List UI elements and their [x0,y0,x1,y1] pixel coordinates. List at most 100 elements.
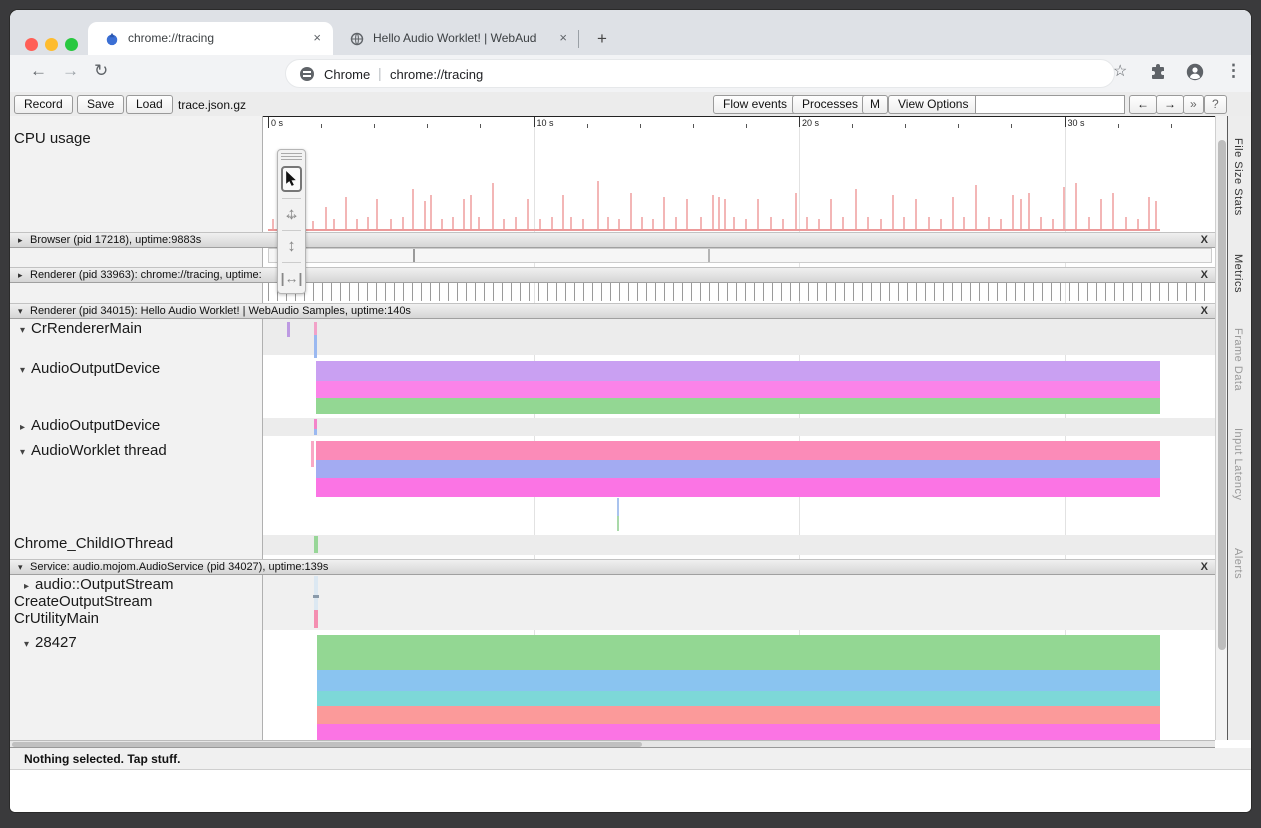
slice-worklet-small-tick[interactable] [311,441,314,467]
zoom-window-button[interactable] [65,38,78,51]
bookmark-star-icon[interactable]: ☆ [1113,61,1127,81]
slice-outputstream-faint-tick[interactable] [314,576,318,610]
search-input[interactable] [975,95,1125,114]
slice-outputstream-mark[interactable] [313,595,319,598]
slice-28427-teal[interactable] [317,691,1160,706]
page-info-icon[interactable] [300,67,314,81]
slice-blue-tick[interactable] [314,335,317,358]
expand-collapse-icon[interactable]: ▾ [18,562,23,573]
sidebar-tab-input-latency[interactable]: Input Latency [1232,428,1244,501]
tab-close-icon[interactable]: × [559,30,567,45]
find-previous-button[interactable]: ← [1129,95,1157,114]
back-icon[interactable]: ← [30,61,47,81]
reload-icon[interactable]: ↻ [94,61,108,81]
processes-button[interactable]: Processes [792,95,868,114]
expand-collapse-icon[interactable]: ▾ [20,365,25,376]
sidebar-tab-frame-data[interactable]: Frame Data [1232,328,1244,391]
forward-icon[interactable]: → [62,61,79,81]
slice-audioworklet-pink[interactable] [316,441,1160,460]
process-header[interactable]: ▸Renderer (pid 33963): chrome://tracing,… [10,267,1215,283]
close-track-button[interactable]: X [1201,269,1208,281]
flow-line-blue[interactable] [617,498,619,516]
flow-events-button[interactable]: Flow events [713,95,797,114]
slice-28427-skyblue[interactable] [317,670,1160,691]
zoom-tool-button[interactable]: ↕ [278,231,305,262]
load-button[interactable]: Load [126,95,173,114]
thread-label-audiooutputdevice[interactable]: ▾AudioOutputDevice [20,360,160,377]
slice-childio-green-tick[interactable] [314,536,318,553]
ruler-minor-tick [321,124,322,128]
time-ruler: 0 s10 s20 s30 s [263,116,1215,127]
thread-label-audiooutputdevice[interactable]: ▸AudioOutputDevice [20,417,160,434]
slice-pink-tick[interactable] [314,322,317,335]
cpu-spike [1112,193,1114,229]
palette-drag-handle[interactable] [281,153,302,162]
thread-label-audio-outputstream[interactable]: ▸audio::OutputStream [24,576,173,593]
vertical-scrollbar-thumb[interactable] [1218,140,1226,650]
tab-tracing[interactable]: chrome://tracing × [88,22,333,55]
save-button[interactable]: Save [77,95,124,114]
horizontal-scrollbar-thumb[interactable] [12,742,642,747]
browser-slice-tick[interactable] [708,249,710,262]
expand-collapse-icon[interactable]: ▸ [20,422,25,433]
metrics-button[interactable]: M [862,95,888,114]
thread-label-28427[interactable]: ▾28427 [24,634,77,651]
flow-line-green[interactable] [617,516,619,531]
omnibox[interactable]: Chrome | chrome://tracing [285,59,1115,88]
expand-collapse-icon[interactable]: ▾ [18,306,23,317]
renderer-33963-slices[interactable] [268,283,1212,301]
close-track-button[interactable]: X [1201,561,1208,573]
close-window-button[interactable] [25,38,38,51]
slice-purple-tick[interactable] [287,322,290,337]
expand-collapse-icon[interactable]: ▾ [24,639,29,650]
close-track-button[interactable]: X [1201,234,1208,246]
pan-tool-button[interactable]: ↔ ↕ [278,199,305,230]
screenshot-canvas: chrome://tracing × Hello Audio Worklet! … [0,0,1261,828]
help-button[interactable]: ? [1204,95,1227,114]
view-options-button[interactable]: View Options [888,95,978,114]
expand-collapse-icon[interactable]: ▸ [24,581,29,592]
slice-audioworklet-magenta[interactable] [316,478,1160,497]
slice-crutilitymain-pink-tick[interactable] [314,610,318,628]
sidebar-tab-alerts[interactable]: Alerts [1232,548,1244,579]
slice-audioworklet-periwinkle[interactable] [316,460,1160,478]
process-header[interactable]: ▾Renderer (pid 34015): Hello Audio Workl… [10,303,1215,319]
cpu-usage-label: CPU usage [14,130,91,147]
slice-audiooutputdevice-green[interactable] [316,398,1160,414]
timing-tool-button[interactable]: |↔| [278,263,305,294]
thread-label-crrenderermain[interactable]: ▾ CrRendererMain [20,320,142,337]
expand-collapse-icon[interactable]: ▾ [20,447,25,458]
menu-kebab-icon[interactable]: ⋮ [1225,61,1242,81]
browser-track[interactable] [268,248,1212,263]
record-button[interactable]: Record [14,95,73,114]
browser-slice-tick[interactable] [413,249,415,262]
expand-collapse-icon[interactable]: ▸ [18,270,23,281]
expand-collapse-icon[interactable]: ▾ [20,325,25,336]
process-header[interactable]: ▸Browser (pid 17218), uptime:9883sX [10,232,1215,248]
tab-close-icon[interactable]: × [313,30,321,45]
tab-hello-audio-worklet[interactable]: Hello Audio Worklet! | WebAud × [340,22,575,55]
find-next-button[interactable]: → [1156,95,1184,114]
slice-collapsed-pink-tick[interactable] [314,419,317,429]
expand-collapse-icon[interactable]: ▸ [18,235,23,246]
slice-28427-magenta[interactable] [317,724,1160,740]
slice-28427-green[interactable] [317,635,1160,670]
close-track-button[interactable]: X [1201,305,1208,317]
selection-tool-button[interactable] [281,166,302,192]
more-button[interactable]: » [1183,95,1204,114]
sidebar-tab-file-size-stats[interactable]: File Size Stats [1232,138,1244,216]
sidebar-tab-metrics[interactable]: Metrics [1232,254,1244,293]
slice-audiooutputdevice-purple[interactable] [316,361,1160,381]
thread-label-audioworklet-thread[interactable]: ▾AudioWorklet thread [20,442,167,459]
process-header[interactable]: ▾Service: audio.mojom.AudioService (pid … [10,559,1215,575]
cpu-spike [1012,195,1014,229]
new-tab-button[interactable]: + [590,27,614,51]
profile-avatar-icon[interactable] [1186,63,1204,81]
thread-name: CrRendererMain [31,320,142,337]
slice-audiooutputdevice-magenta[interactable] [316,381,1160,398]
extensions-puzzle-icon[interactable] [1150,64,1166,80]
minimize-window-button[interactable] [45,38,58,51]
slice-collapsed-blue-tick[interactable] [314,429,317,435]
slice-28427-salmon[interactable] [317,706,1160,724]
cpu-spike [272,219,274,229]
